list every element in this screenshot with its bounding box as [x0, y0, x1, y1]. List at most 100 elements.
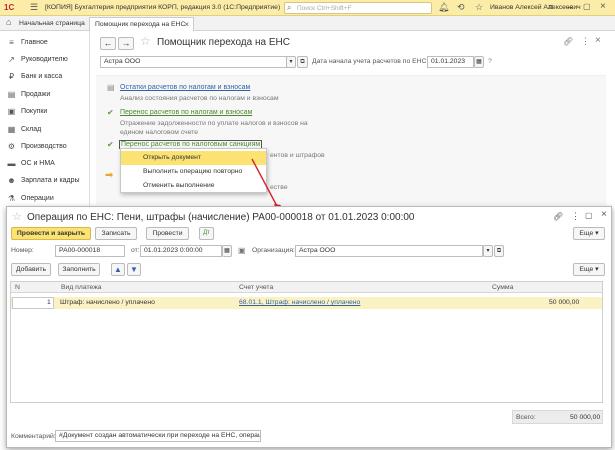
sidebar-item-label: Покупки [21, 108, 48, 115]
step-sanctions-desc-tail2: естве [270, 184, 288, 191]
sidebar-item-production[interactable]: ⚙ Производство [0, 138, 90, 155]
fill-button[interactable]: Заполнить [58, 263, 100, 276]
organization-open-button[interactable]: ⧉ [494, 245, 504, 257]
sidebar-item-purchases[interactable]: ▣ Покупки [0, 103, 90, 120]
org-dropdown-button[interactable]: ▾ [286, 56, 296, 68]
forward-button[interactable]: → [118, 37, 134, 50]
add-row-button[interactable]: Добавить [11, 263, 51, 276]
list-icon: ≡ [9, 38, 14, 47]
number-label: Номер: [11, 247, 34, 254]
bell-icon[interactable]: 🔔︎ [438, 2, 449, 13]
column-header-n[interactable]: N [15, 284, 20, 291]
tab-close-icon[interactable]: × [184, 18, 189, 32]
step-transfer-taxes-link[interactable]: Перенос расчетов по налогам и взносам [120, 109, 252, 116]
chart-icon: ↗ [8, 55, 15, 64]
dialog-maximize-icon[interactable]: ▢ [585, 211, 593, 220]
dialog-title: Операция по ЕНС: Пени, штрафы (начислени… [27, 212, 415, 223]
more-icon[interactable]: ⋮ [581, 36, 590, 47]
warehouse-icon: ▦ [7, 125, 16, 134]
factory-icon: ⚙ [7, 142, 16, 151]
menu-icon[interactable]: ☰ [30, 2, 38, 13]
minimize-icon[interactable]: – [568, 2, 573, 12]
search-box[interactable]: ⌕ Поиск Ctrl+Shift+F [284, 2, 432, 14]
window-title: [КОПИЯ] Бухгалтерия предприятия КОРП, ре… [45, 4, 281, 11]
help-icon[interactable]: ? [488, 58, 492, 65]
link-icon[interactable]: 🔗︎ [563, 37, 573, 46]
total-label: Всего: [516, 414, 536, 421]
menu-item-repeat-operation[interactable]: Выполнить операцию повторно [121, 165, 266, 179]
organization-field[interactable]: Астра ООО [100, 56, 295, 68]
sidebar-item-main[interactable]: ≡ Главное [0, 34, 90, 51]
maximize-icon[interactable]: ▢ [583, 2, 591, 11]
save-button[interactable]: Записать [95, 227, 137, 240]
organization-dropdown-button[interactable]: ▾ [483, 245, 493, 257]
star-icon[interactable]: ☆ [475, 2, 483, 13]
sidebar-item-assets[interactable]: ▬ ОС и НМА [0, 155, 90, 172]
sidebar-item-label: Банк и касса [21, 73, 63, 80]
row-sum[interactable]: 50 000,00 [549, 299, 579, 306]
tab-label: Начальная страница [19, 20, 85, 27]
sidebar-item-operations[interactable]: ⚗ Операции [0, 190, 90, 207]
sales-icon: ▤ [7, 90, 16, 99]
tabs-bar: ⌂ Начальная страница Помощник перехода н… [0, 16, 615, 31]
table-row[interactable]: 1 Штраф: начислено / уплачено 68.01.1, Ш… [11, 297, 602, 309]
sidebar-item-label: Производство [21, 143, 67, 150]
search-placeholder: Поиск Ctrl+Shift+F [297, 5, 352, 12]
dialog-close-icon[interactable]: × [601, 209, 607, 220]
date-label: от: [131, 247, 140, 254]
row-payment-kind[interactable]: Штраф: начислено / уплачено [60, 299, 155, 306]
row-account-link[interactable]: 68.01.1, Штраф: начислено / уплачено [239, 299, 360, 306]
table-more-button[interactable]: Еще ▾ [573, 263, 605, 276]
favorite-star-icon[interactable]: ☆ [140, 34, 151, 48]
sidebar-item-bank[interactable]: ₽ Банк и касса [0, 68, 90, 85]
move-down-button[interactable]: ▼ [127, 263, 141, 276]
row-number: 1 [47, 299, 51, 306]
start-date-field[interactable]: 01.01.2023 [427, 56, 474, 68]
tab-home[interactable]: Начальная страница [14, 17, 90, 31]
sidebar-item-sales[interactable]: ▤ Продажи [0, 86, 90, 103]
column-header-account[interactable]: Счет учета [239, 284, 273, 291]
tab-ens-assistant[interactable]: Помощник перехода на ЕНС × [89, 17, 194, 31]
date-field[interactable]: 01.01.2023 0:00:00 [140, 245, 222, 257]
date-calendar-button[interactable]: ▦ [222, 245, 232, 257]
sidebar-item-warehouse[interactable]: ▦ Склад [0, 121, 90, 138]
column-header-payment-kind[interactable]: Вид платежа [61, 284, 102, 291]
tab-label: Помощник перехода на ЕНС [95, 21, 186, 28]
move-up-button[interactable]: ▲ [111, 263, 125, 276]
table-header: N Вид платежа Счет учета Сумма [11, 282, 602, 293]
step-balances-link[interactable]: Остатки расчетов по налогам и взносам [120, 84, 250, 91]
more-button[interactable]: Еще ▾ [573, 227, 605, 240]
organization-label: Организация: [252, 247, 295, 254]
calendar-button[interactable]: ▦ [474, 56, 484, 68]
sidebar-item-label: Склад [21, 126, 42, 133]
post-button[interactable]: Провести [146, 227, 189, 240]
organization-field[interactable]: Астра ООО [295, 245, 483, 257]
dt-kt-button[interactable]: Дт [199, 227, 214, 240]
back-button[interactable]: ← [100, 37, 116, 50]
dialog-link-icon[interactable]: 🔗︎ [553, 212, 563, 221]
home-icon[interactable]: ⌂ [6, 17, 11, 27]
org-open-button[interactable]: ⧉ [297, 56, 308, 68]
post-and-close-button[interactable]: Провести и закрыть [11, 227, 91, 240]
dialog-star-icon[interactable]: ☆ [12, 210, 22, 223]
close-icon[interactable]: × [600, 1, 606, 12]
settings-icon[interactable]: ≡ [548, 2, 553, 12]
sidebar-item-label: Операции [21, 195, 54, 202]
sidebar-item-manager[interactable]: ↗ Руководителю [0, 51, 90, 68]
step-sanctions-desc-tail: ентов и штрафов [270, 152, 325, 159]
app-logo: 1С [4, 3, 15, 12]
history-icon[interactable]: ⟲ [457, 2, 465, 13]
title-bar: 1С ☰ [КОПИЯ] Бухгалтерия предприятия КОР… [0, 0, 615, 16]
comment-field[interactable]: #Документ создан автоматически при перех… [55, 430, 261, 442]
sidebar-item-salary[interactable]: ☻ Зарплата и кадры [0, 172, 90, 189]
truck-icon: ▬ [7, 159, 16, 168]
form-title: Помощник перехода на ЕНС [157, 37, 290, 48]
arrow-right-icon: ➡ [105, 170, 114, 181]
menu-item-open-document[interactable]: Открыть документ [121, 151, 266, 165]
number-field[interactable]: РА00-000018 [55, 245, 125, 257]
form-close-icon[interactable]: × [595, 35, 601, 46]
column-header-sum[interactable]: Сумма [492, 284, 513, 291]
dialog-more-icon[interactable]: ⋮ [571, 211, 580, 222]
menu-item-cancel-execution[interactable]: Отменить выполнение [121, 179, 266, 193]
person-icon: ☻ [7, 176, 16, 185]
